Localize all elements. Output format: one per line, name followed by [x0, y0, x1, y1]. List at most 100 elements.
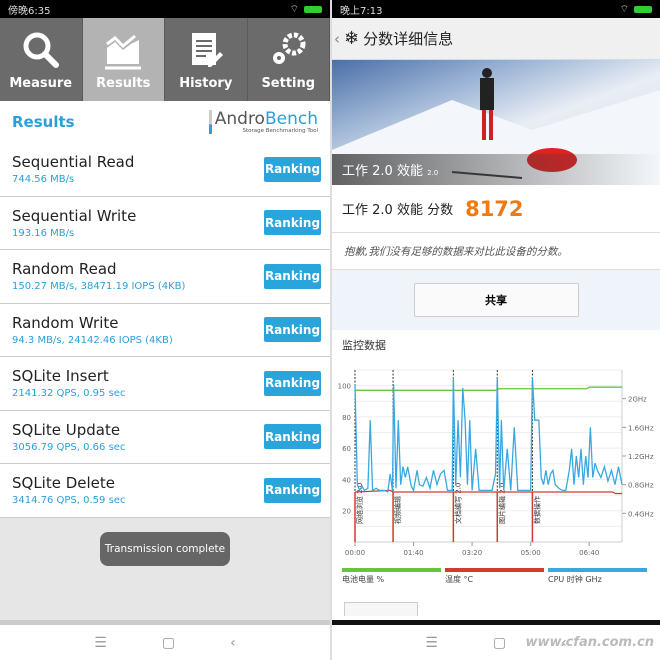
result-name: Sequential Write [12, 206, 137, 225]
ranking-button[interactable]: Ranking [264, 370, 321, 396]
marker-label: 图片编辑 2.0 [497, 483, 506, 524]
battery-icon [634, 5, 652, 13]
legend-cpu: CPU 时钟 GHz [548, 568, 647, 585]
y-left-tick: 80 [342, 414, 351, 422]
result-value: 3414.76 QPS, 0.59 sec [12, 495, 126, 507]
legend-battery: 电池电量 % [342, 568, 441, 585]
watermark: www.cfan.com.cn [525, 635, 654, 650]
result-row: SQLite Insert 2141.32 QPS, 0.95 sec Rankin… [0, 357, 330, 411]
ranking-button[interactable]: Ranking [264, 424, 321, 450]
ranking-button[interactable]: Ranking [264, 210, 321, 236]
tab-history[interactable]: History [165, 18, 248, 101]
tab-label: Results [96, 76, 151, 91]
hero-image: 工作 2.0 效能 2.0 [332, 60, 660, 185]
gears-icon [273, 32, 306, 64]
series-line-0 [355, 386, 622, 391]
nav-bar: ☰ ▢ ‹ www.cfan.com.cn [332, 620, 660, 660]
ranking-button[interactable]: Ranking [264, 263, 321, 289]
home-icon[interactable]: ▢ [493, 635, 506, 651]
tab-label: Measure [9, 76, 73, 91]
y-right-tick: 0.4GHz [628, 510, 654, 518]
status-bar: 傍晚6:35 ⌔ [0, 0, 330, 18]
result-name: SQLite Insert [12, 367, 109, 386]
tab-setting[interactable]: Setting [247, 18, 330, 101]
x-tick: 00:00 [345, 549, 365, 557]
result-name: Random Read [12, 260, 117, 279]
y-left-tick: 20 [342, 508, 351, 516]
page-title: 分数详细信息 [363, 30, 454, 48]
tab-label: History [179, 76, 233, 91]
x-tick: 05:00 [521, 549, 541, 557]
partial-button[interactable] [344, 602, 418, 616]
result-row: SQLite Delete 3414.76 QPS, 0.59 sec Rankin… [0, 464, 330, 518]
nav-bar: ☰ ▢ ‹ [0, 620, 330, 660]
x-tick: 01:40 [403, 549, 423, 557]
result-row: Sequential Read 744.56 MB/s Ranking [0, 143, 330, 197]
app-header: ‹ ❄ 分数详细信息 [332, 18, 660, 60]
result-row: Random Write 94.3 MB/s, 24142.46 IOPS (4K… [0, 303, 330, 357]
result-row: Random Read 150.27 MB/s, 38471.19 IOPS (4… [0, 250, 330, 304]
result-name: Random Write [12, 313, 119, 332]
page-title: Results [12, 113, 75, 131]
wifi-icon: ⌔ [289, 3, 299, 15]
legend-temperature: 温度 °C [445, 568, 544, 585]
result-row: Sequential Write 193.16 MB/s Ranking [0, 196, 330, 250]
result-name: SQLite Delete [12, 474, 116, 493]
y-right-tick: 1.2GHz [628, 453, 654, 461]
ranking-button[interactable]: Ranking [264, 317, 321, 343]
ranking-button[interactable]: Ranking [264, 477, 321, 503]
result-name: SQLite Update [12, 420, 121, 439]
back-icon[interactable]: ‹ [334, 30, 340, 48]
y-left-tick: 40 [342, 476, 351, 484]
marker-label: 视频编辑 [393, 496, 402, 524]
results-header: Results AndroBench Storage Benchmarking T… [0, 101, 330, 143]
back-icon[interactable]: ‹ [230, 635, 236, 651]
score-row: 工作 2.0 效能 分数 8172 [332, 185, 660, 233]
androbench-panel: 傍晚6:35 ⌔ Measure Results History Setting… [0, 0, 330, 660]
menu-icon[interactable]: ☰ [94, 635, 107, 651]
hero-label: 工作 2.0 效能 2.0 [332, 154, 660, 185]
result-value: 193.16 MB/s [12, 227, 75, 239]
tab-bar: Measure Results History Setting [0, 18, 330, 101]
result-value: 744.56 MB/s [12, 174, 75, 186]
x-tick: 06:40 [579, 549, 599, 557]
marker-label: 文档编写 2.0 [453, 483, 462, 524]
y-right-tick: 0.8GHz [628, 482, 654, 490]
wifi-icon: ⌔ [619, 3, 629, 15]
score-label: 工作 2.0 效能 分数 [342, 203, 454, 218]
status-bar: 晚上7:13 ⌔ [332, 0, 660, 18]
result-value: 2141.32 QPS, 0.95 sec [12, 388, 126, 400]
y-left-tick: 100 [338, 383, 351, 391]
status-time: 傍晚6:35 [8, 5, 51, 17]
ranking-button[interactable]: Ranking [264, 156, 321, 182]
y-left-tick: 60 [342, 445, 351, 453]
y-right-tick: 1.6GHz [628, 424, 654, 432]
battery-icon [304, 5, 322, 13]
result-row: SQLite Update 3056.79 QPS, 0.66 sec Rankin… [0, 410, 330, 464]
monitor-chart: 20 40 60 80 100 0.4GHz 0.8GHz 1.2GHz 1.6GHz 2GHz 0… [338, 369, 654, 557]
score-value: 8172 [465, 196, 524, 221]
share-button[interactable]: 共享 [413, 283, 579, 317]
marker-label: 数据操作 [532, 496, 541, 524]
result-name: Sequential Read [12, 153, 135, 172]
result-value: 150.27 MB/s, 38471.19 IOPS (4KB) [12, 281, 186, 293]
tab-results[interactable]: Results [82, 18, 165, 101]
pcmark-panel: 晚上7:13 ⌔ ‹ ❄ 分数详细信息 工作 2.0 效能 2.0 工作 2.0 效… [332, 0, 660, 660]
snowflake-icon: ❄ [344, 28, 360, 49]
monitor-title: 监控数据 [342, 339, 386, 352]
info-message: 抱歉,我们没有足够的数据来对比此设备的分数。 [332, 233, 660, 270]
x-tick: 03:20 [462, 549, 482, 557]
share-area: 共享 [332, 270, 660, 330]
menu-icon[interactable]: ☰ [425, 635, 438, 651]
chart-legend: 电池电量 % 温度 °C CPU 时钟 GHz [342, 568, 647, 585]
chart-icon [105, 34, 142, 70]
tab-label: Setting [261, 76, 316, 91]
search-icon [23, 32, 59, 68]
androbench-logo: AndroBench Storage Benchmarking Tool [208, 110, 318, 134]
status-time: 晚上7:13 [340, 5, 383, 17]
y-right-tick: 2GHz [628, 396, 647, 404]
toast-message: Transmission complete [100, 532, 230, 566]
tab-measure[interactable]: Measure [0, 18, 83, 101]
series-line-2 [354, 377, 623, 493]
home-icon[interactable]: ▢ [162, 635, 175, 651]
